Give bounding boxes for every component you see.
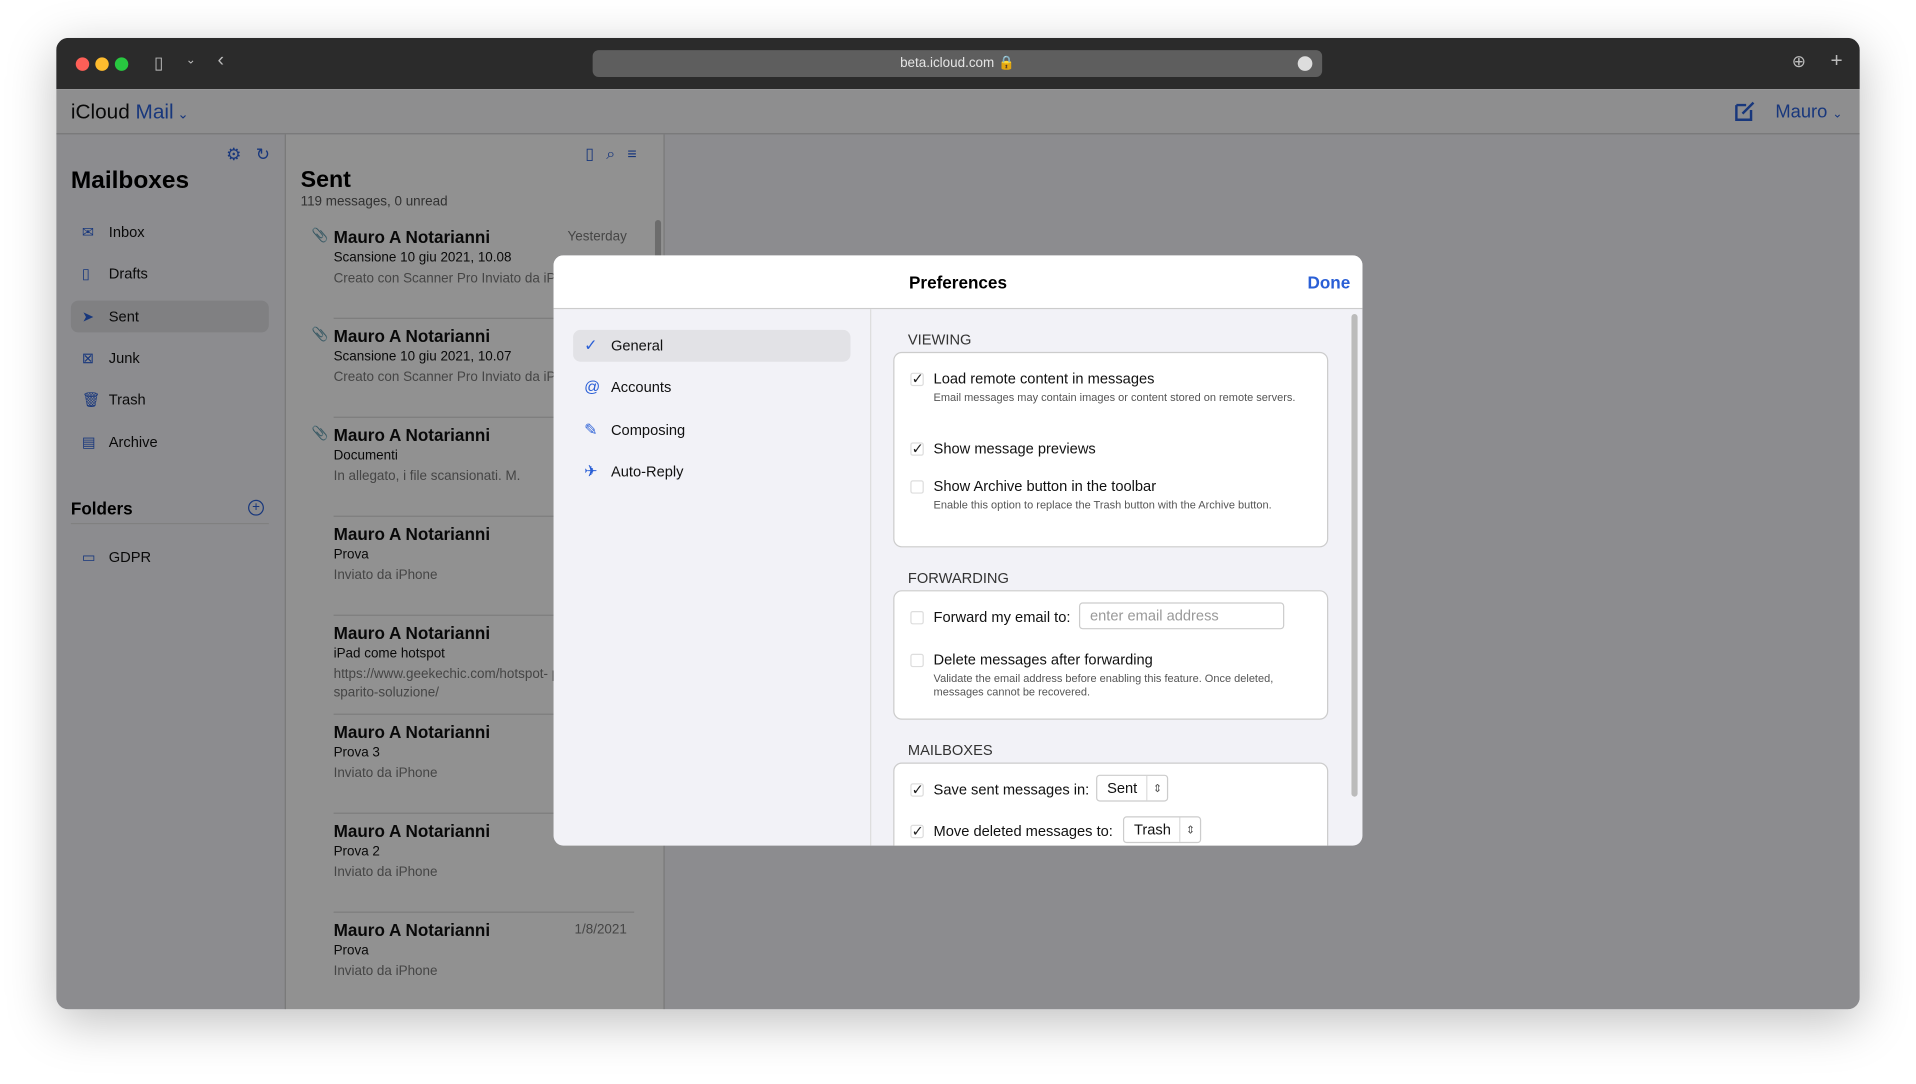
description: Enable this option to replace the Trash … <box>933 498 1272 511</box>
checkmark-circle-icon: ✓ <box>584 336 598 355</box>
tab-auto-reply[interactable]: ✈ Auto-Reply <box>573 456 850 488</box>
dialog-title: Preferences <box>909 272 1007 293</box>
load-remote-checkbox[interactable]: ✓ <box>910 371 924 387</box>
description: Email messages may contain images or con… <box>933 391 1296 404</box>
move-deleted-checkbox[interactable]: ✓ <box>910 824 924 838</box>
label: Show Archive button in the toolbar <box>933 477 1157 495</box>
label: Composing <box>610 421 686 439</box>
delete-after-forward-checkbox[interactable] <box>910 653 924 668</box>
forward-email-input[interactable]: enter email address <box>1078 602 1285 630</box>
label: Accounts <box>610 378 672 396</box>
airplane-icon: ✈ <box>584 461 598 481</box>
label: Load remote content in messages <box>933 370 1155 388</box>
close-button[interactable] <box>75 57 90 71</box>
label: General <box>610 337 664 355</box>
section-mailboxes: MAILBOXES <box>907 741 993 759</box>
dialog-header: Preferences Done <box>553 255 1363 310</box>
label: Delete messages after forwarding <box>933 651 1153 669</box>
url-text: beta.icloud.com <box>900 56 995 71</box>
scrollbar[interactable] <box>1351 314 1358 797</box>
more-icon[interactable] <box>1297 56 1313 71</box>
select-value: Trash <box>1133 821 1171 839</box>
new-tab-icon[interactable]: + <box>1831 49 1843 73</box>
download-icon[interactable]: ⊕ <box>1792 51 1806 72</box>
address-bar[interactable]: beta.icloud.com 🔒 <box>592 50 1323 77</box>
preferences-content: VIEWING ✓ Load remote content in messages… <box>872 309 1362 846</box>
section-forwarding: FORWARDING <box>907 569 1009 587</box>
mailboxes-card: ✓ Save sent messages in: Sent ⇕ ✓ Move delet… <box>893 762 1329 846</box>
label: Show message previews <box>933 439 1096 458</box>
updown-icon: ⇕ <box>1146 775 1162 801</box>
preferences-nav: ✓ General @ Accounts ✎ Composing ✈ Auto-Repl… <box>554 309 872 846</box>
preferences-dialog: Preferences Done ✓ General @ Accounts ✎ Com… <box>553 255 1363 846</box>
updown-icon: ⇕ <box>1179 817 1195 842</box>
save-sent-checkbox[interactable]: ✓ <box>910 782 924 797</box>
viewing-card: ✓ Load remote content in messages Email me… <box>893 351 1329 548</box>
browser-toolbar: ▯ ⌄ ‹ beta.icloud.com 🔒 ⊕ + <box>56 37 1860 90</box>
label: Save sent messages in: <box>933 780 1090 798</box>
section-viewing: VIEWING <box>907 331 972 349</box>
description: Validate the email address before enabli… <box>933 672 1274 698</box>
compose-icon: ✎ <box>584 420 598 439</box>
done-button[interactable]: Done <box>1307 272 1350 292</box>
show-archive-checkbox[interactable] <box>910 480 924 494</box>
select-value: Sent <box>1107 779 1138 797</box>
forward-checkbox[interactable] <box>910 610 924 625</box>
tab-general[interactable]: ✓ General <box>573 329 851 362</box>
zoom-button[interactable] <box>114 57 129 71</box>
forwarding-card: Forward my email to: enter email address … <box>893 590 1329 720</box>
show-previews-checkbox[interactable]: ✓ <box>910 441 924 456</box>
save-sent-select[interactable]: Sent ⇕ <box>1096 774 1169 802</box>
tab-accounts[interactable]: @ Accounts <box>573 371 850 403</box>
minimize-button[interactable] <box>95 57 109 71</box>
tab-composing[interactable]: ✎ Composing <box>573 414 850 446</box>
label: Move deleted messages to: <box>933 822 1113 840</box>
move-deleted-select[interactable]: Trash ⇕ <box>1122 816 1202 844</box>
chevron-down-icon[interactable]: ⌄ <box>186 54 196 67</box>
label: Auto-Reply <box>610 463 684 481</box>
at-icon: @ <box>584 377 601 396</box>
label: Forward my email to: <box>933 608 1071 626</box>
sidebar-toggle-icon[interactable]: ▯ <box>154 53 163 74</box>
back-icon[interactable]: ‹ <box>218 50 225 72</box>
